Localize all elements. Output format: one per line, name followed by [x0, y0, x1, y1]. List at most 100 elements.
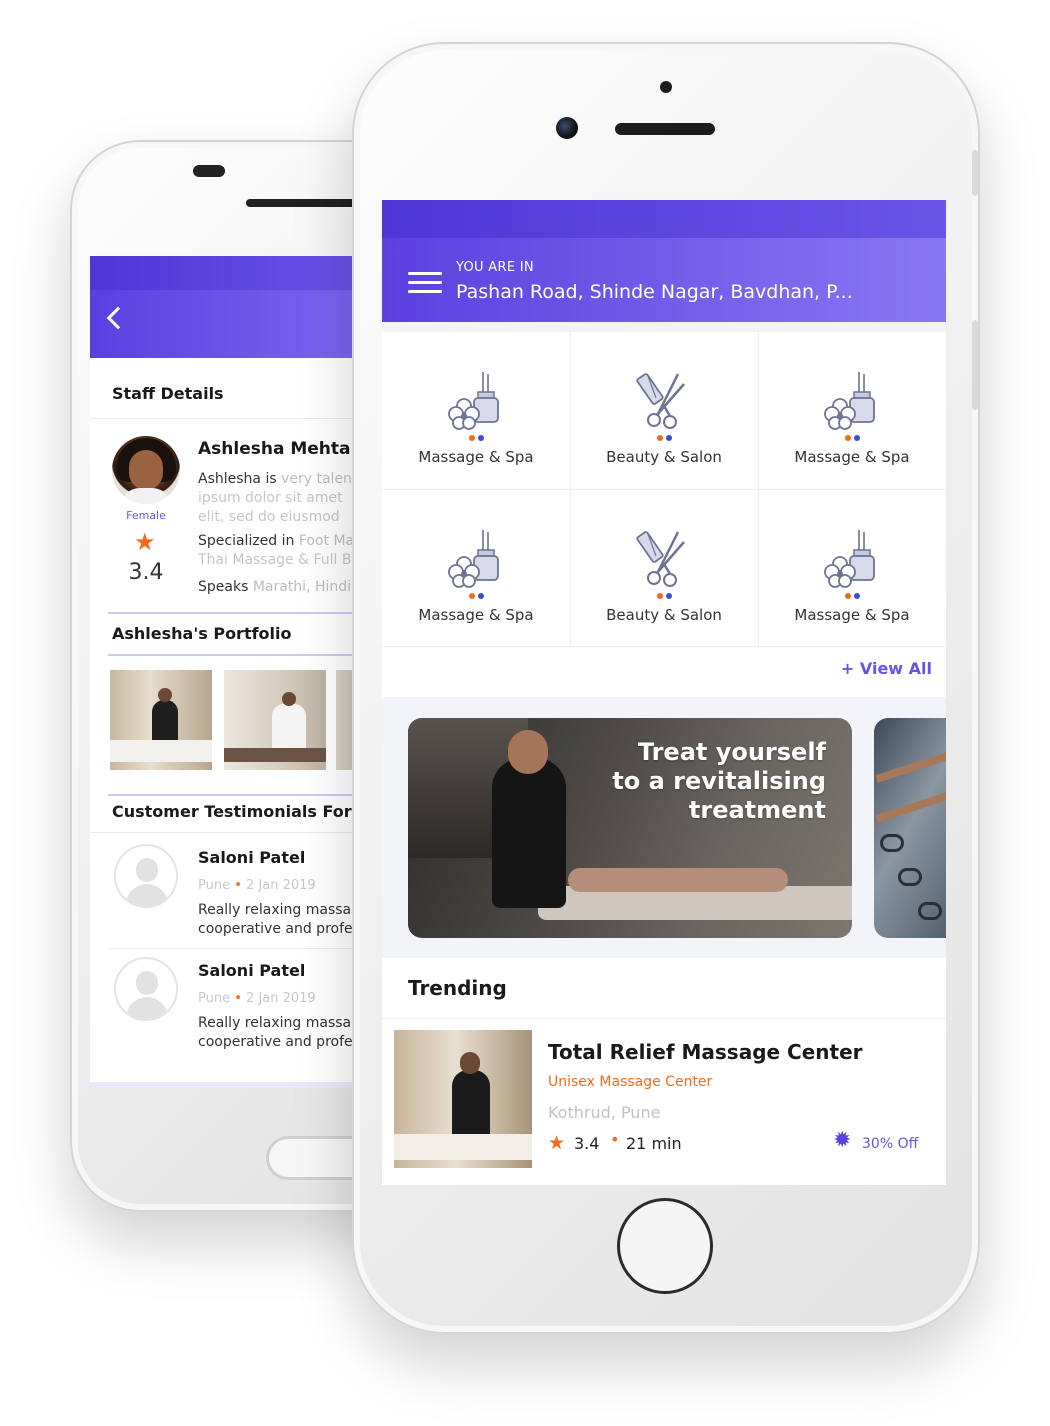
category-label: Massage & Spa [794, 606, 910, 624]
category-massage-spa[interactable]: Massage & Spa [759, 490, 945, 645]
category-beauty-salon[interactable]: Beauty & Salon [571, 332, 757, 487]
reviewer-name: Saloni Patel [198, 961, 306, 980]
avatar-face [129, 450, 163, 490]
staff-bio-line1: Ashlesha is very talented [198, 471, 360, 487]
scissor-ring [918, 902, 942, 920]
banner-line3: treatment [688, 796, 826, 824]
review-date: 2 Jan 2019 [246, 991, 316, 1006]
indicator-dots [657, 435, 673, 441]
bio-lead: Ashlesha is [198, 471, 277, 487]
scissor-ring [898, 868, 922, 886]
banner-line2: to a revitalising [612, 767, 826, 795]
massage-chair [224, 748, 326, 762]
spa-icon [448, 530, 499, 588]
portfolio-title: Ashlesha's Portfolio [112, 624, 292, 643]
category-label: Beauty & Salon [606, 606, 722, 624]
speaks-value: Marathi, Hindi [248, 579, 352, 595]
user-placeholder-body [126, 884, 168, 906]
scissor-ring [880, 834, 904, 852]
avatar-shirt [120, 488, 172, 504]
promo-banner-next[interactable] [874, 718, 946, 938]
earpiece-speaker [193, 165, 225, 177]
trending-name[interactable]: Total Relief Massage Center [548, 1040, 863, 1064]
promo-banner[interactable]: Treat yourself to a revitalising treatme… [408, 718, 852, 938]
category-grid: Massage & Spa Beauty & Salon Massage & S… [382, 332, 946, 697]
meta-dot: • [234, 878, 242, 893]
category-label: Massage & Spa [418, 606, 534, 624]
scissor-blade [875, 781, 946, 823]
section-divider [108, 612, 360, 614]
reviewer-avatar [114, 844, 178, 908]
banner-therapist-head [508, 730, 548, 774]
staff-avatar [112, 436, 180, 504]
side-button [972, 150, 978, 196]
massage-bed [394, 1134, 532, 1160]
staff-name: Ashlesha Mehta [198, 439, 351, 459]
banner-headline: Treat yourself to a revitalising treatme… [612, 738, 826, 825]
screen-footer [90, 1082, 360, 1088]
staff-details-screen: Staff Details Female ★ 3.4 Ashlesha Meht… [90, 256, 360, 1088]
therapist-head [158, 688, 172, 702]
specialized-value: Foot Massage [298, 533, 360, 549]
front-camera [556, 117, 578, 139]
back-arrow-icon[interactable] [106, 306, 130, 330]
review-text-line2: cooperative and professional [198, 921, 360, 937]
bio-rest: very talented [281, 471, 360, 487]
review-city: Pune [198, 991, 231, 1006]
trending-location: Kothrud, Pune [548, 1103, 661, 1122]
star-icon: ★ [548, 1132, 566, 1154]
app-header: YOU ARE IN Pashan Road, Shinde Nagar, Ba… [382, 238, 946, 322]
review-city: Pune [198, 878, 231, 893]
banner-therapist [492, 758, 566, 908]
discount-badge: 30% Off [862, 1136, 919, 1152]
category-massage-spa[interactable]: Massage & Spa [383, 332, 569, 487]
divider [108, 948, 360, 949]
proximity-sensor [660, 81, 672, 93]
indicator-dots [469, 593, 485, 599]
phone-speaker-bar [246, 199, 360, 207]
therapist-head [460, 1052, 480, 1074]
category-massage-spa[interactable]: Massage & Spa [383, 490, 569, 645]
meta-dot: • [234, 991, 242, 1006]
section-divider [108, 654, 360, 656]
indicator-dots [657, 593, 673, 599]
portfolio-image[interactable] [224, 670, 326, 770]
portfolio-image[interactable] [110, 670, 212, 770]
current-location[interactable]: Pashan Road, Shinde Nagar, Bavdhan, P... [456, 281, 853, 303]
staff-details-title: Staff Details [112, 384, 224, 403]
indicator-dots [469, 435, 485, 441]
user-placeholder-body [126, 997, 168, 1019]
review-date: 2 Jan 2019 [246, 878, 316, 893]
reviewer-avatar [114, 957, 178, 1021]
spa-icon [824, 372, 875, 430]
specialized-label: Specialized in [198, 533, 295, 549]
reviewer-name: Saloni Patel [198, 848, 306, 867]
home-button[interactable] [617, 1198, 713, 1294]
category-label: Beauty & Salon [606, 448, 722, 466]
view-all-link[interactable]: + View All [841, 659, 932, 678]
review-meta: Pune • 2 Jan 2019 [198, 991, 316, 1006]
category-label: Massage & Spa [794, 448, 910, 466]
client-head [282, 692, 296, 706]
review-text-line1: Really relaxing massage [198, 902, 360, 918]
spa-icon [824, 530, 875, 588]
indicator-dots [845, 435, 861, 441]
staff-languages: Speaks Marathi, Hindi [198, 579, 351, 595]
staff-rating: 3.4 [128, 560, 164, 585]
category-massage-spa[interactable]: Massage & Spa [759, 332, 945, 487]
status-bar [382, 200, 946, 238]
trending-image[interactable] [394, 1030, 532, 1168]
grid-divider [382, 646, 946, 647]
meta-separator: • [610, 1130, 620, 1149]
earpiece-speaker [615, 123, 715, 135]
hamburger-menu-icon[interactable] [408, 272, 442, 294]
salon-icon [636, 531, 685, 587]
banner-line1: Treat yourself [637, 738, 826, 766]
scissor-blade [875, 741, 946, 783]
app-header [90, 290, 360, 358]
star-icon: ★ [134, 528, 156, 556]
category-beauty-salon[interactable]: Beauty & Salon [571, 490, 757, 645]
indicator-dots [845, 593, 861, 599]
trending-section: Trending Total Relief Massage Center Uni… [382, 958, 946, 1185]
user-placeholder-icon [136, 858, 158, 882]
